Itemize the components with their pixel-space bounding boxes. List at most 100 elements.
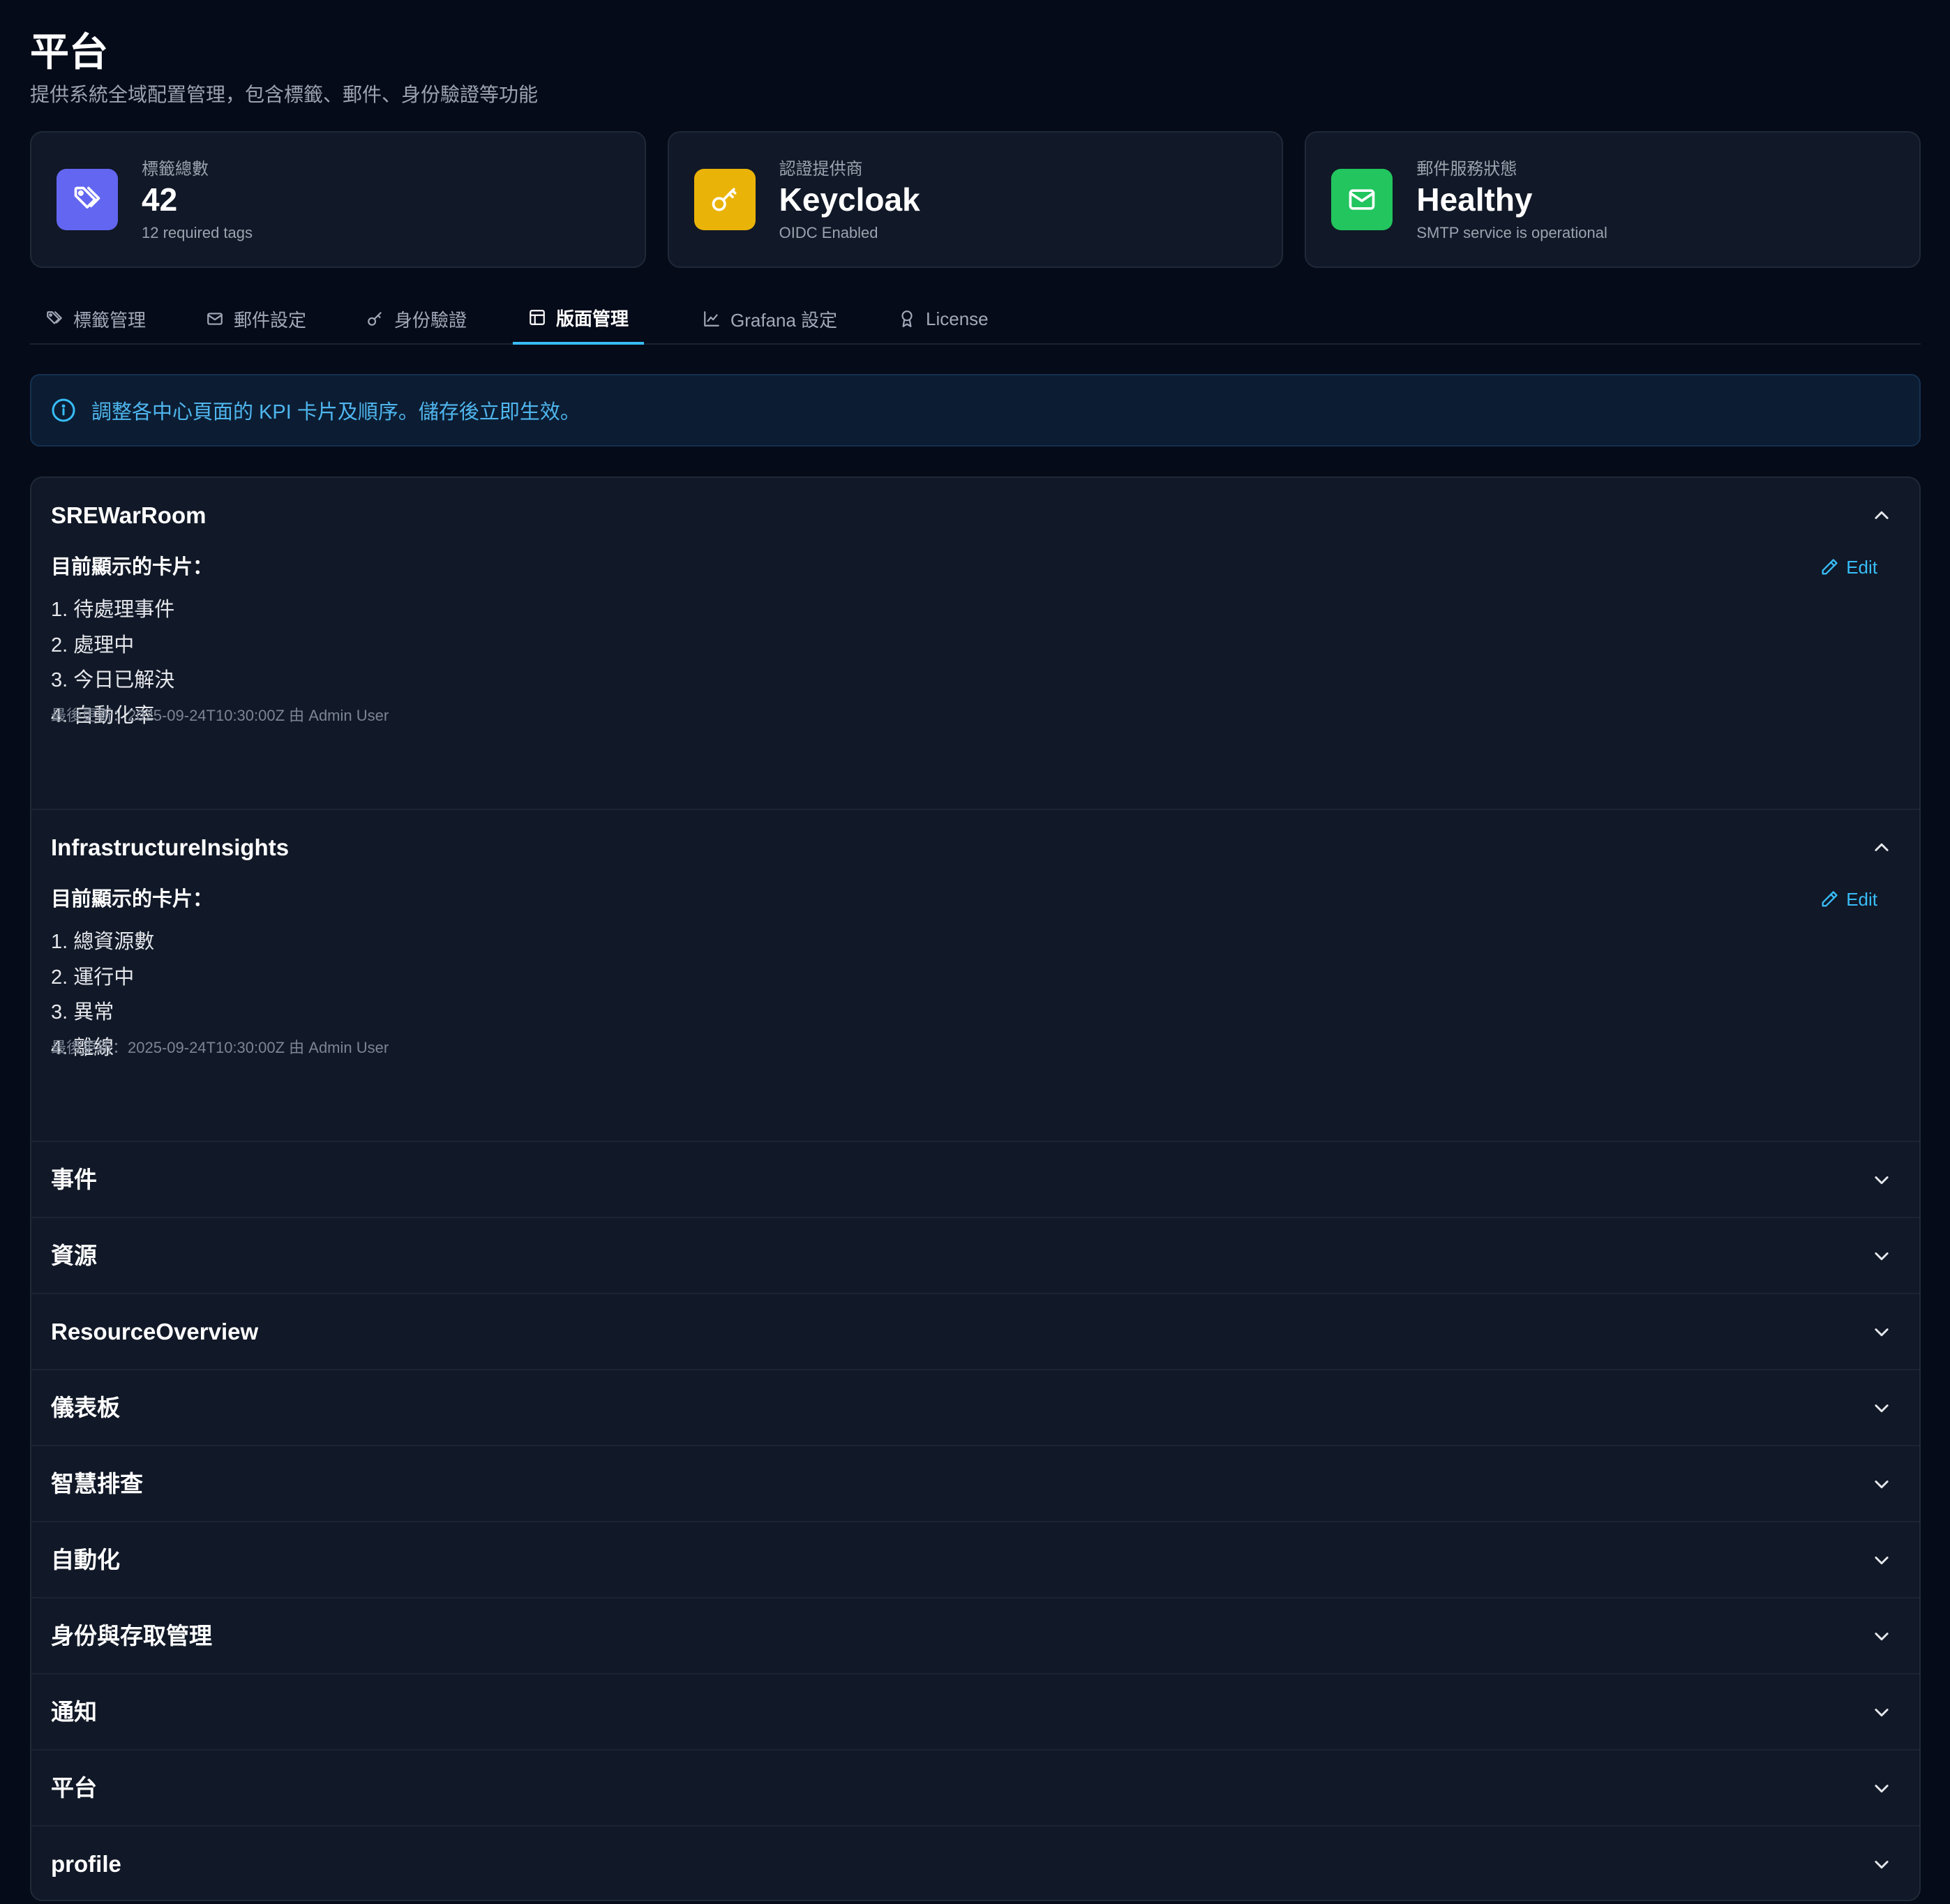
stat-note: OIDC Enabled [779, 224, 878, 241]
accordion-header[interactable]: 自動化 [31, 1522, 1919, 1598]
accordion-section-resources: 資源 [31, 1218, 1919, 1294]
chevron-down-icon [1875, 1252, 1889, 1261]
accordion-header[interactable]: 平台 [31, 1751, 1919, 1826]
stat-value: Healthy [1416, 181, 1533, 218]
list-item: 2. 處理中 [51, 634, 135, 657]
info-banner: 調整各中心頁面的 KPI 卡片及順序。儲存後立即生效。 [30, 374, 1921, 447]
accordion-section-dashboard: 儀表板 [31, 1370, 1919, 1446]
accordion-header[interactable]: SREWarRoom [31, 478, 1919, 553]
tab-license[interactable]: License [883, 293, 1004, 345]
accordion-header[interactable]: 資源 [31, 1218, 1919, 1294]
edit-label: Edit [1846, 556, 1877, 578]
accordion-section-platform: 平台 [31, 1751, 1919, 1827]
accordion-section-profile: profile [31, 1827, 1919, 1900]
layout-icon [530, 310, 545, 325]
chart-icon [704, 311, 719, 327]
last-updated: 最後更新：2025-09-24T10:30:00Z 由 Admin User [51, 707, 389, 724]
list-item: 1. 待處理事件 [51, 599, 175, 621]
list-item: 3. 異常 [51, 1001, 114, 1024]
chevron-up-icon [1875, 843, 1889, 851]
stat-card-tags: 標籤總數 42 12 required tags [30, 131, 646, 268]
stat-value: 42 [142, 181, 178, 218]
section-title: 儀表板 [51, 1395, 120, 1420]
accordion-section-smart-troubleshooting: 智慧排查 [31, 1446, 1919, 1522]
section-title: SREWarRoom [51, 502, 207, 528]
mail-icon [207, 313, 223, 325]
tab-layout[interactable]: 版面管理 [513, 293, 645, 345]
section-title: 身份與存取管理 [51, 1623, 212, 1649]
mail-icon [1331, 169, 1393, 230]
tag-icon [47, 311, 62, 324]
accordion-header[interactable]: 事件 [31, 1142, 1919, 1217]
stat-label: 認證提供商 [779, 160, 863, 179]
list-item: 1. 總資源數 [51, 931, 155, 953]
section-title: 智慧排查 [51, 1471, 143, 1497]
accordion-section-srewarroom: SREWarRoom 目前顯示的卡片： 1. 待處理事件 2. 處理中 3. 今… [31, 478, 1919, 810]
stats-row: 標籤總數 42 12 required tags 認證提供商 Keycloak … [30, 131, 1921, 268]
accordion-header[interactable]: 智慧排查 [31, 1446, 1919, 1522]
chevron-down-icon [1875, 1861, 1889, 1869]
tab-label: 郵件設定 [234, 309, 307, 331]
chevron-down-icon [1875, 1404, 1889, 1413]
edit-button[interactable]: Edit [1820, 885, 1877, 913]
accordion-section-iam: 身份與存取管理 [31, 1598, 1919, 1674]
page-subtitle: 提供系統全域配置管理，包含標籤、郵件、身份驗證等功能 [30, 84, 539, 105]
key-icon [693, 169, 756, 230]
info-icon [52, 398, 75, 422]
chevron-down-icon [1875, 1709, 1889, 1717]
accordion-section-infrastructureinsights: InfrastructureInsights 目前顯示的卡片： 1. 總資源數 … [31, 810, 1919, 1142]
section-title: 平台 [51, 1775, 97, 1801]
settings-tabs: 標籤管理 郵件設定 身份驗證 版面管理 Grafana 設定 License [30, 293, 1921, 345]
accordion-section-resourceoverview: ResourceOverview [31, 1294, 1919, 1370]
accordion-header[interactable]: InfrastructureInsights [31, 810, 1919, 885]
info-text: 調整各中心頁面的 KPI 卡片及順序。儲存後立即生效。 [91, 401, 580, 423]
stat-label: 標籤總數 [142, 160, 209, 179]
accordion-header[interactable]: 身份與存取管理 [31, 1598, 1919, 1674]
chevron-down-icon [1875, 1633, 1889, 1641]
stat-note: 12 required tags [142, 224, 253, 241]
section-title: 事件 [51, 1167, 97, 1192]
chevron-down-icon [1875, 1176, 1889, 1185]
tab-mail[interactable]: 郵件設定 [190, 293, 322, 345]
tag-icon [57, 169, 118, 230]
cards-heading: 目前顯示的卡片： [51, 888, 213, 910]
last-updated: 最後更新：2025-09-24T10:30:00Z 由 Admin User [51, 1039, 389, 1056]
chevron-up-icon [1875, 511, 1889, 519]
layout-accordion: SREWarRoom 目前顯示的卡片： 1. 待處理事件 2. 處理中 3. 今… [30, 477, 1921, 1901]
tab-label: 身份驗證 [394, 309, 467, 331]
accordion-section-automation: 自動化 [31, 1522, 1919, 1598]
chevron-down-icon [1875, 1328, 1889, 1337]
list-item: 2. 運行中 [51, 966, 135, 989]
stat-card-mail: 郵件服務狀態 Healthy SMTP service is operation… [1305, 131, 1921, 268]
award-icon [901, 310, 913, 327]
section-title: 通知 [51, 1699, 97, 1725]
key-icon [368, 312, 382, 326]
stat-card-auth: 認證提供商 Keycloak OIDC Enabled [667, 131, 1284, 268]
edit-button[interactable]: Edit [1820, 553, 1877, 581]
chevron-down-icon [1875, 1557, 1889, 1565]
tab-tags[interactable]: 標籤管理 [30, 293, 161, 345]
list-item: 3. 今日已解決 [51, 669, 175, 691]
accordion-header[interactable]: ResourceOverview [31, 1294, 1919, 1370]
section-title: 自動化 [51, 1547, 120, 1573]
cards-heading: 目前顯示的卡片： [51, 556, 213, 578]
tab-label: 標籤管理 [73, 309, 147, 331]
accordion-header[interactable]: 儀表板 [31, 1370, 1919, 1446]
pencil-icon [1822, 891, 1838, 907]
tab-auth[interactable]: 身份驗證 [351, 293, 482, 345]
pencil-icon [1822, 559, 1838, 575]
accordion-header[interactable]: profile [31, 1827, 1919, 1900]
chevron-down-icon [1875, 1785, 1889, 1793]
section-title: InfrastructureInsights [51, 834, 290, 860]
tab-label: 版面管理 [556, 308, 629, 329]
stat-label: 郵件服務狀態 [1416, 160, 1517, 179]
tab-label: Grafana 設定 [730, 309, 838, 331]
page-title: 平台 [30, 30, 108, 74]
tab-label: License [926, 308, 989, 329]
tab-grafana[interactable]: Grafana 設定 [687, 293, 853, 345]
accordion-header[interactable]: 通知 [31, 1674, 1919, 1750]
chevron-down-icon [1875, 1481, 1889, 1489]
accordion-section-incidents: 事件 [31, 1142, 1919, 1218]
stat-note: SMTP service is operational [1416, 224, 1607, 241]
section-title: ResourceOverview [51, 1319, 259, 1344]
